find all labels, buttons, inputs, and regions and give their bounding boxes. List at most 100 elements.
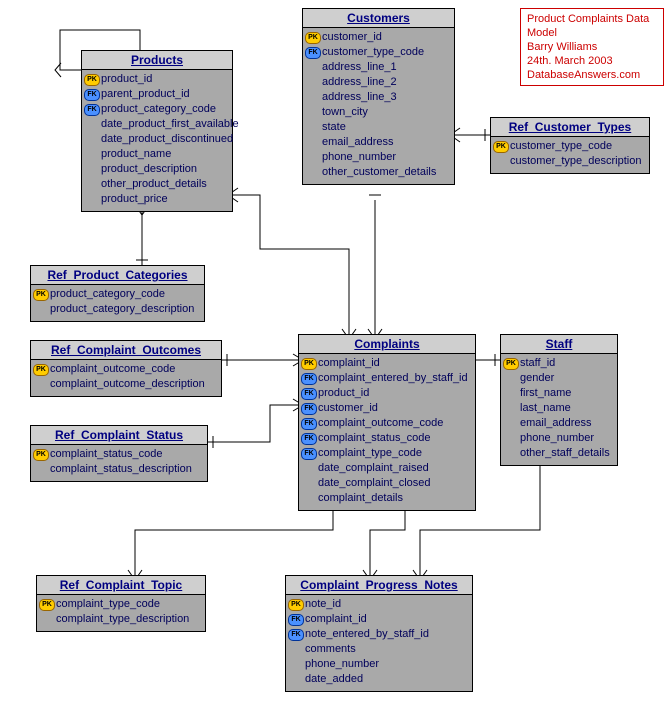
attribute-label: product_category_description bbox=[49, 302, 194, 317]
key-slot-empty bbox=[503, 386, 519, 401]
pk-icon: PK bbox=[84, 72, 100, 87]
attribute-label: complaint_type_code bbox=[55, 597, 160, 612]
attribute-label: customer_type_code bbox=[321, 45, 424, 60]
key-slot-empty bbox=[503, 431, 519, 446]
attribute-label: product_category_code bbox=[49, 287, 165, 302]
attribute-row: product_category_description bbox=[33, 302, 202, 317]
fk-icon: FK bbox=[288, 627, 304, 642]
attribute-label: address_line_1 bbox=[321, 60, 397, 75]
attribute-label: complaint_id bbox=[304, 612, 367, 627]
entity-body: PKcustomer_idFKcustomer_type_codeaddress… bbox=[303, 28, 454, 184]
attribute-label: complaint_outcome_code bbox=[49, 362, 175, 377]
attribute-label: gender bbox=[519, 371, 554, 386]
fk-icon: FK bbox=[301, 431, 317, 446]
entity-body: PKcomplaint_status_codecomplaint_status_… bbox=[31, 445, 207, 481]
key-slot-empty bbox=[33, 462, 49, 477]
key-slot-empty bbox=[493, 154, 509, 169]
attribute-label: complaint_outcome_description bbox=[49, 377, 205, 392]
attribute-row: complaint_status_description bbox=[33, 462, 205, 477]
attribute-row: state bbox=[305, 120, 452, 135]
key-slot-empty bbox=[288, 672, 304, 687]
fk-icon: FK bbox=[301, 416, 317, 431]
info-line: Product Complaints Data Model bbox=[527, 12, 657, 40]
key-slot-empty bbox=[305, 60, 321, 75]
fk-icon: FK bbox=[301, 446, 317, 461]
key-slot-empty bbox=[84, 117, 100, 132]
entity-title: Ref_Complaint_Topic bbox=[37, 576, 205, 595]
key-slot-empty bbox=[288, 642, 304, 657]
attribute-row: FKparent_product_id bbox=[84, 87, 230, 102]
attribute-label: date_complaint_closed bbox=[317, 476, 431, 491]
attribute-label: date_complaint_raised bbox=[317, 461, 429, 476]
attribute-label: complaint_entered_by_staff_id bbox=[317, 371, 468, 386]
attribute-row: date_complaint_raised bbox=[301, 461, 473, 476]
key-slot-empty bbox=[84, 177, 100, 192]
attribute-label: note_entered_by_staff_id bbox=[304, 627, 429, 642]
attribute-row: FKproduct_category_code bbox=[84, 102, 230, 117]
attribute-row: FKnote_entered_by_staff_id bbox=[288, 627, 470, 642]
pk-icon: PK bbox=[493, 139, 509, 154]
attribute-label: customer_type_description bbox=[509, 154, 641, 169]
key-slot-empty bbox=[305, 150, 321, 165]
key-slot-empty bbox=[33, 377, 49, 392]
entity-body: PKproduct_idFKparent_product_idFKproduct… bbox=[82, 70, 232, 211]
key-slot-empty bbox=[39, 612, 55, 627]
info-box: Product Complaints Data Model Barry Will… bbox=[520, 8, 664, 86]
attribute-row: first_name bbox=[503, 386, 615, 401]
attribute-label: product_id bbox=[317, 386, 369, 401]
key-slot-empty bbox=[33, 302, 49, 317]
key-slot-empty bbox=[288, 657, 304, 672]
attribute-label: product_description bbox=[100, 162, 197, 177]
attribute-label: complaint_id bbox=[317, 356, 380, 371]
attribute-label: other_staff_details bbox=[519, 446, 610, 461]
attribute-label: date_added bbox=[304, 672, 363, 687]
entity-body: PKcustomer_type_codecustomer_type_descri… bbox=[491, 137, 649, 173]
key-slot-empty bbox=[84, 162, 100, 177]
attribute-row: PKproduct_id bbox=[84, 72, 230, 87]
entity-body: PKstaff_idgenderfirst_namelast_nameemail… bbox=[501, 354, 617, 465]
pk-icon: PK bbox=[288, 597, 304, 612]
key-slot-empty bbox=[301, 491, 317, 506]
attribute-row: customer_type_description bbox=[493, 154, 647, 169]
entity-ref-customer-types: Ref_Customer_Types PKcustomer_type_codec… bbox=[490, 117, 650, 174]
key-slot-empty bbox=[305, 135, 321, 150]
attribute-label: staff_id bbox=[519, 356, 555, 371]
key-slot-empty bbox=[503, 446, 519, 461]
diagram-canvas: Product Complaints Data Model Barry Will… bbox=[0, 0, 670, 707]
attribute-row: FKcomplaint_type_code bbox=[301, 446, 473, 461]
attribute-row: complaint_type_description bbox=[39, 612, 203, 627]
attribute-label: complaint_type_code bbox=[317, 446, 422, 461]
attribute-label: complaint_status_description bbox=[49, 462, 192, 477]
attribute-label: complaint_outcome_code bbox=[317, 416, 443, 431]
attribute-label: product_category_code bbox=[100, 102, 216, 117]
attribute-row: PKstaff_id bbox=[503, 356, 615, 371]
attribute-label: email_address bbox=[519, 416, 592, 431]
attribute-label: complaint_type_description bbox=[55, 612, 189, 627]
attribute-row: FKproduct_id bbox=[301, 386, 473, 401]
attribute-row: other_product_details bbox=[84, 177, 230, 192]
key-slot-empty bbox=[305, 75, 321, 90]
attribute-row: PKcomplaint_id bbox=[301, 356, 473, 371]
info-line: 24th. March 2003 bbox=[527, 54, 657, 68]
pk-icon: PK bbox=[39, 597, 55, 612]
key-slot-empty bbox=[301, 476, 317, 491]
key-slot-empty bbox=[305, 165, 321, 180]
attribute-label: complaint_status_code bbox=[49, 447, 163, 462]
attribute-label: phone_number bbox=[304, 657, 379, 672]
entity-body: PKcomplaint_outcome_codecomplaint_outcom… bbox=[31, 360, 221, 396]
attribute-row: town_city bbox=[305, 105, 452, 120]
attribute-row: FKcomplaint_status_code bbox=[301, 431, 473, 446]
attribute-row: FKcomplaint_entered_by_staff_id bbox=[301, 371, 473, 386]
entity-title: Products bbox=[82, 51, 232, 70]
pk-icon: PK bbox=[301, 356, 317, 371]
attribute-label: date_product_discontinued bbox=[100, 132, 233, 147]
attribute-row: PKcomplaint_type_code bbox=[39, 597, 203, 612]
attribute-row: date_product_first_available bbox=[84, 117, 230, 132]
pk-icon: PK bbox=[33, 447, 49, 462]
fk-icon: FK bbox=[301, 386, 317, 401]
attribute-label: email_address bbox=[321, 135, 394, 150]
attribute-row: product_price bbox=[84, 192, 230, 207]
attribute-row: FKcomplaint_id bbox=[288, 612, 470, 627]
attribute-label: other_product_details bbox=[100, 177, 207, 192]
entity-title: Staff bbox=[501, 335, 617, 354]
